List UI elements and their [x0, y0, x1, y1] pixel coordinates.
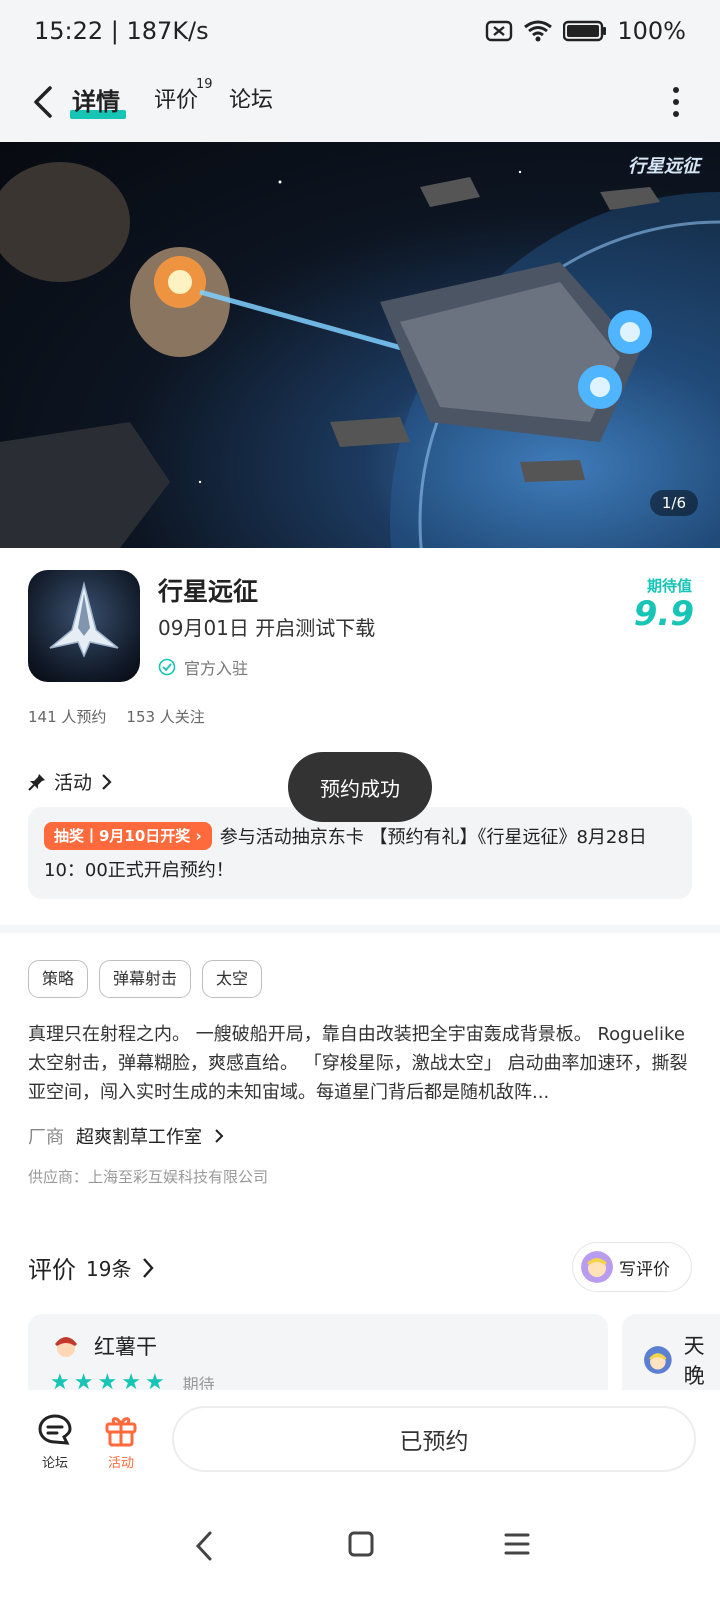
- activity-tab-label: 活动: [107, 1456, 134, 1471]
- nav-menu-icon[interactable]: [503, 1530, 531, 1558]
- game-description[interactable]: 真理只在射程之内。 一艘破船开局，靠自由改装把全宇宙轰成背景板。 Rogueli…: [28, 1020, 692, 1107]
- tag-space[interactable]: 太空: [202, 960, 263, 998]
- system-nav-bar: [0, 1490, 720, 1600]
- banner-page-counter: 1/6: [649, 490, 698, 516]
- activity-label: 活动: [54, 772, 93, 794]
- no-sim-icon: [486, 20, 513, 42]
- reviews-count-badge: 19: [196, 77, 213, 92]
- chevron-right-icon: [102, 773, 112, 790]
- game-app-icon: [28, 570, 140, 682]
- pin-icon: [28, 773, 45, 791]
- space-battle-illustration: [0, 162, 720, 548]
- status-icons: 100%: [485, 17, 686, 45]
- tag-bullet-hell[interactable]: 弹幕射击: [99, 960, 192, 998]
- activity-section-header[interactable]: 活动: [28, 768, 112, 795]
- nav-home-icon[interactable]: [347, 1530, 375, 1558]
- lottery-pill: 抽奖丨9月10日开奖 ›: [44, 822, 212, 850]
- spaceship-emblem-icon: [49, 581, 119, 658]
- official-label: 官方入驻: [184, 659, 249, 678]
- reservation-count: 141 人预约: [28, 708, 107, 726]
- banner-game-logo: 行星远征: [628, 156, 700, 177]
- expectation-label: 期待值: [646, 577, 692, 595]
- tab-details[interactable]: 详情: [72, 82, 120, 117]
- battery-percent: 100%: [617, 17, 686, 45]
- reviews-count: 19条: [86, 1257, 132, 1281]
- battery-icon: [563, 20, 607, 42]
- forum-button[interactable]: 论坛: [30, 1412, 80, 1471]
- check-circle-icon: [158, 658, 176, 676]
- reserved-button[interactable]: 已预约: [172, 1406, 696, 1472]
- reviewer-avatar-icon: [644, 1346, 672, 1374]
- chat-bubble-icon: [38, 1414, 72, 1445]
- nav-back-icon[interactable]: [192, 1530, 216, 1562]
- reviewer-name: 天晚: [683, 1334, 705, 1388]
- write-review-button[interactable]: 写评价: [572, 1242, 692, 1292]
- tab-reviews[interactable]: 评价: [154, 82, 198, 114]
- activity-button[interactable]: 活动: [96, 1412, 146, 1471]
- reservation-success-toast: 预约成功: [288, 752, 432, 822]
- gift-icon: [105, 1417, 137, 1447]
- review-user: 红薯干: [50, 1330, 586, 1362]
- wifi-icon: [524, 20, 553, 42]
- user-avatar-icon: [581, 1251, 613, 1283]
- game-stats: 141 人预约 153 人关注: [28, 706, 205, 727]
- forum-label: 论坛: [41, 1456, 68, 1471]
- developer-name: 超爽割草工作室: [76, 1127, 202, 1148]
- section-divider: [0, 925, 720, 933]
- reviewer-avatar-icon: [50, 1330, 82, 1362]
- game-title: 行星远征: [158, 577, 259, 606]
- follower-count: 153 人关注: [126, 708, 205, 726]
- test-download-date: 09月01日 开启测试下载: [158, 616, 376, 640]
- status-time: 15:22 | 187K/s: [34, 17, 209, 45]
- developer-row[interactable]: 厂商 超爽割草工作室: [28, 1123, 224, 1149]
- expectation-score: 9.9: [633, 594, 694, 634]
- tag-strategy[interactable]: 策略: [28, 960, 89, 998]
- genre-tags: 策略 弹幕射击 太空: [28, 960, 263, 998]
- status-bar: 15:22 | 187K/s 100%: [0, 0, 720, 62]
- official-verified-badge: 官方入驻: [158, 655, 248, 679]
- back-arrow-icon[interactable]: [26, 84, 62, 120]
- lottery-pill-label: 抽奖丨9月10日开奖: [54, 827, 191, 845]
- developer-label: 厂商: [28, 1127, 64, 1148]
- tab-forum[interactable]: 论坛: [229, 82, 273, 114]
- bottom-action-bar: 论坛 活动 已预约: [0, 1390, 720, 1490]
- chevron-right-icon: [215, 1129, 224, 1143]
- more-options-icon[interactable]: [672, 86, 680, 118]
- reviews-title: 评价: [28, 1256, 76, 1284]
- reviews-header[interactable]: 评价 19条: [28, 1250, 155, 1285]
- reviewer-name: 红薯干: [94, 1335, 157, 1359]
- review-user: 天晚: [644, 1330, 720, 1390]
- supplier-info: 供应商：上海至彩互娱科技有限公司: [28, 1168, 269, 1186]
- chevron-right-icon: [143, 1257, 155, 1278]
- top-nav: 详情 评价 19 论坛: [0, 62, 720, 142]
- game-banner-image[interactable]: 行星远征 1/6: [0, 142, 720, 548]
- write-review-label: 写评价: [619, 1259, 670, 1280]
